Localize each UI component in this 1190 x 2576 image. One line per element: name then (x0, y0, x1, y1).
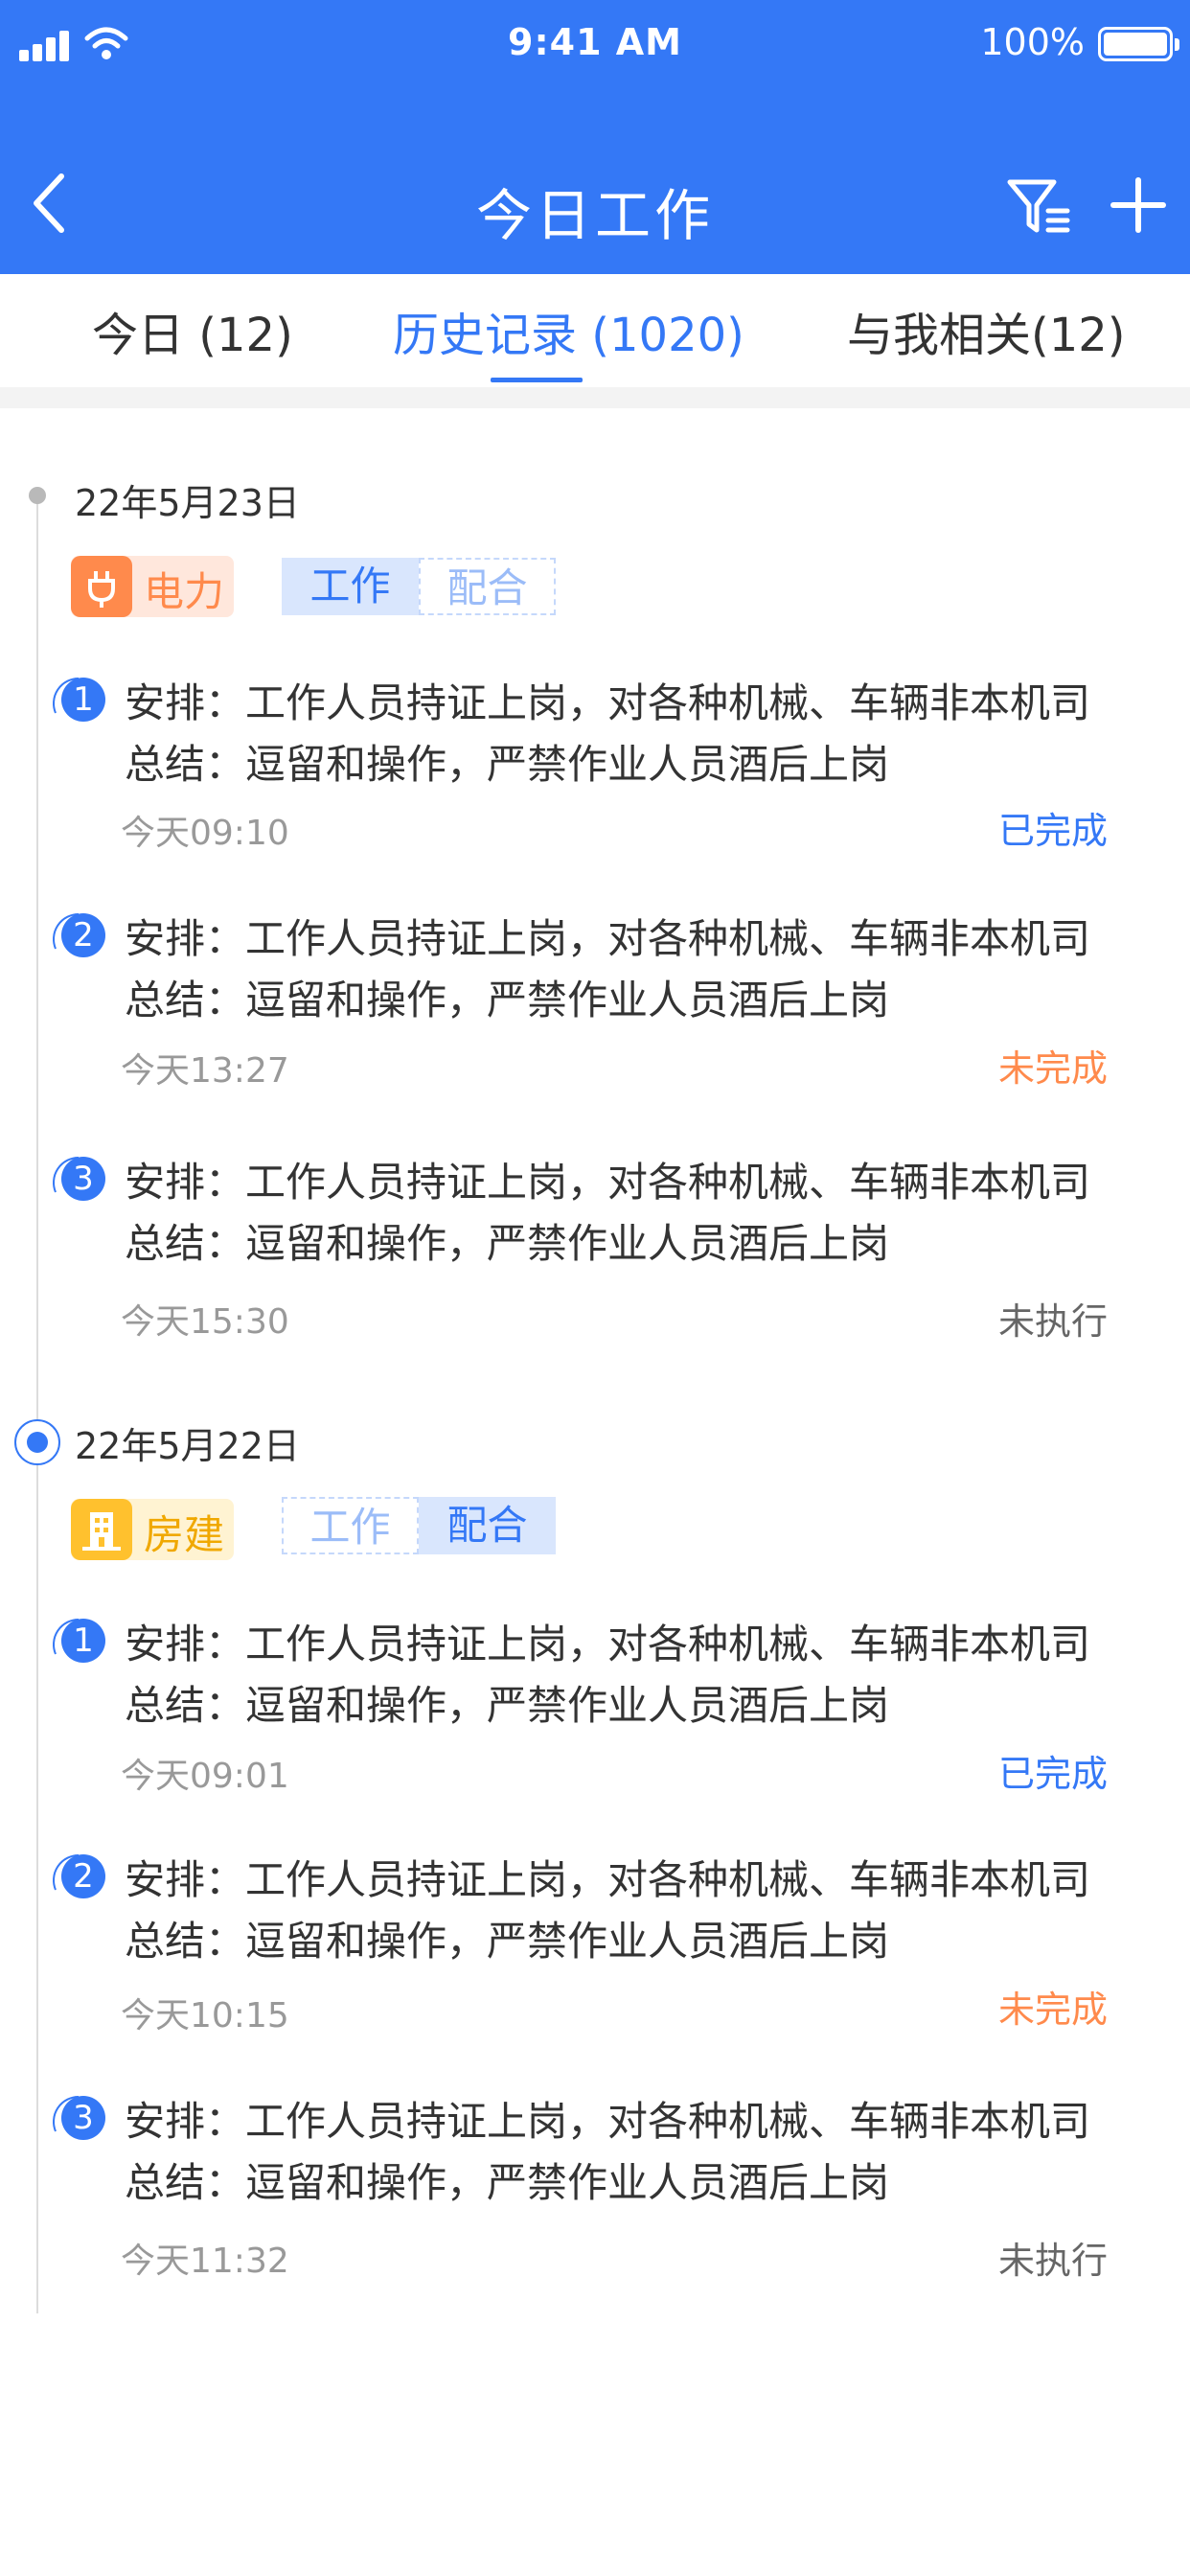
active-tab-indicator (491, 378, 583, 382)
item-summary: 总结：逗留和操作，严禁作业人员酒后上岗 (125, 977, 890, 1024)
category-tag-power: 电力 (71, 556, 234, 617)
timeline-dot-active (14, 1419, 60, 1465)
tab-related[interactable]: 与我相关(12) (847, 297, 1126, 364)
tab-today[interactable]: 今日 (12) (92, 297, 293, 364)
filter-icon[interactable] (1006, 176, 1071, 238)
type-segment: 工作 配合 (282, 558, 556, 615)
item-time: 今天13:27 (121, 1051, 289, 1091)
category-tag-building: 房建 (71, 1499, 234, 1560)
item-arrangement: 安排：工作人员持证上岗，对各种机械、车辆非本机司 (125, 2098, 1091, 2145)
item-summary: 总结：逗留和操作，严禁作业人员酒后上岗 (125, 2159, 890, 2206)
segment-cooperate[interactable]: 配合 (419, 1497, 556, 1554)
segment-cooperate[interactable]: 配合 (419, 558, 556, 615)
item-number: 3 (50, 1154, 105, 1209)
list-item[interactable]: 1 安排：工作人员持证上岗，对各种机械、车辆非本机司 总结：逗留和操作，严禁作业… (0, 1612, 1190, 1823)
item-time: 今天10:15 (121, 1996, 289, 2036)
building-icon (71, 1499, 132, 1560)
status-bar: 9:41 AM 100% (0, 0, 1190, 96)
item-summary: 总结：逗留和操作，严禁作业人员酒后上岗 (125, 1682, 890, 1729)
item-arrangement: 安排：工作人员持证上岗，对各种机械、车辆非本机司 (125, 1621, 1091, 1668)
item-time: 今天11:32 (121, 2242, 289, 2281)
item-arrangement: 安排：工作人员持证上岗，对各种机械、车辆非本机司 (125, 1856, 1091, 1903)
item-number: 2 (50, 910, 105, 966)
list-item[interactable]: 2 安排：工作人员持证上岗，对各种机械、车辆非本机司 总结：逗留和操作，严禁作业… (0, 907, 1190, 1117)
header: 9:41 AM 100% 今日工作 (0, 0, 1190, 274)
item-number: 1 (50, 675, 105, 730)
category-label: 房建 (144, 1511, 225, 1558)
list-item[interactable]: 3 安排：工作人员持证上岗，对各种机械、车辆非本机司 总结：逗留和操作，严禁作业… (0, 1150, 1190, 1361)
status-badge: 未执行 (997, 2240, 1108, 2282)
list-item[interactable]: 1 安排：工作人员持证上岗，对各种机械、车辆非本机司 总结：逗留和操作，严禁作业… (0, 671, 1190, 882)
divider (0, 387, 1190, 408)
group-date: 22年5月23日 (75, 482, 300, 524)
item-arrangement: 安排：工作人员持证上岗，对各种机械、车辆非本机司 (125, 1159, 1091, 1206)
segment-work[interactable]: 工作 (282, 1497, 419, 1554)
item-summary: 总结：逗留和操作，严禁作业人员酒后上岗 (125, 1918, 890, 1965)
item-arrangement: 安排：工作人员持证上岗，对各种机械、车辆非本机司 (125, 915, 1091, 962)
item-time: 今天09:10 (121, 814, 289, 853)
battery-percent: 100% (980, 21, 1085, 63)
item-number: 3 (50, 2093, 105, 2149)
status-badge: 未执行 (997, 1300, 1108, 1343)
type-segment: 工作 配合 (282, 1497, 556, 1554)
status-badge: 已完成 (997, 1753, 1108, 1795)
status-badge: 未完成 (997, 1047, 1108, 1090)
timeline-dot (29, 487, 46, 504)
battery-icon (1098, 27, 1179, 61)
nav-bar: 今日工作 (0, 134, 1190, 274)
tab-history[interactable]: 历史记录 (1020) (393, 297, 744, 364)
list-item[interactable]: 3 安排：工作人员持证上岗，对各种机械、车辆非本机司 总结：逗留和操作，严禁作业… (0, 2089, 1190, 2300)
item-time: 今天09:01 (121, 1757, 289, 1796)
list-item[interactable]: 2 安排：工作人员持证上岗，对各种机械、车辆非本机司 总结：逗留和操作，严禁作业… (0, 1848, 1190, 2058)
item-time: 今天15:30 (121, 1302, 289, 1342)
status-badge: 已完成 (997, 810, 1108, 852)
add-icon[interactable] (1110, 176, 1167, 234)
category-label: 电力 (144, 568, 225, 615)
group-date: 22年5月22日 (75, 1425, 300, 1467)
item-number: 2 (50, 1852, 105, 1907)
status-badge: 未完成 (997, 1989, 1108, 2031)
segment-work[interactable]: 工作 (282, 558, 419, 615)
item-number: 1 (50, 1616, 105, 1671)
plug-icon (71, 556, 132, 617)
item-summary: 总结：逗留和操作，严禁作业人员酒后上岗 (125, 741, 890, 788)
item-arrangement: 安排：工作人员持证上岗，对各种机械、车辆非本机司 (125, 679, 1091, 726)
tab-bar: 今日 (12) 历史记录 (1020) 与我相关(12) (0, 274, 1190, 387)
item-summary: 总结：逗留和操作，严禁作业人员酒后上岗 (125, 1220, 890, 1267)
